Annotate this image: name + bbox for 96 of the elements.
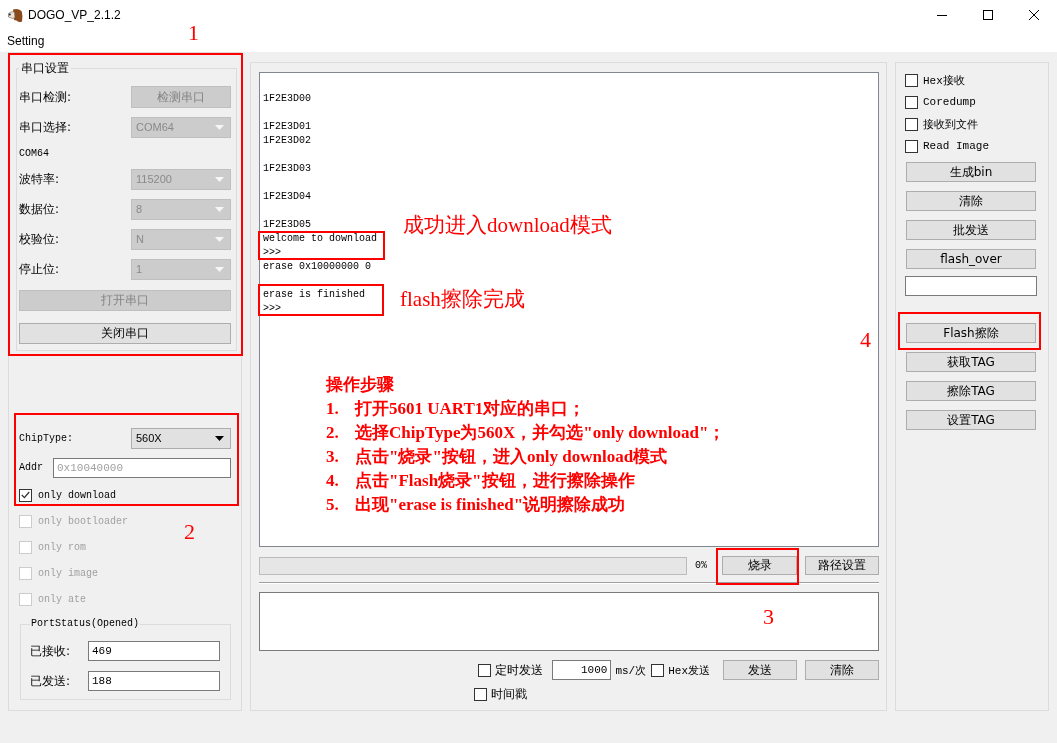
- checkbox-label: Hex发送: [668, 663, 710, 678]
- tool-button[interactable]: 擦除TAG: [906, 381, 1036, 401]
- checkbox-label: only image: [38, 567, 98, 579]
- address-input[interactable]: 0x10040000: [53, 457, 231, 478]
- minimize-icon[interactable]: [937, 14, 947, 16]
- action-button[interactable]: 发送: [723, 660, 797, 680]
- log-line: 1F2E3D03: [263, 162, 311, 176]
- group-title: 串口设置: [20, 60, 70, 76]
- dog-head-icon: [8, 7, 23, 23]
- dropdown[interactable]: 560X: [131, 427, 231, 449]
- log-line: >>>: [263, 302, 281, 316]
- step-text: 出现"erase is finished"说明擦除成功: [355, 494, 626, 516]
- caret-icon: [215, 435, 224, 441]
- checkbox[interactable]: [905, 73, 918, 87]
- checkbox-label: only download: [38, 489, 116, 501]
- field-label: 已接收:: [30, 642, 71, 660]
- window-title: DOGO_VP_2.1.2: [28, 8, 121, 22]
- step-number: 2.: [326, 422, 340, 444]
- log-line: 1F2E3D00: [263, 92, 311, 106]
- log-line: welcome to download: [263, 232, 378, 246]
- field-label: 校验位:: [19, 230, 60, 248]
- step-text: 选择ChipType为560X，并勾选"only download"；: [355, 422, 726, 444]
- step-number: 5.: [326, 494, 340, 516]
- checkbox-label: only rom: [38, 541, 86, 553]
- callout-number: 1: [188, 21, 199, 45]
- checkbox[interactable]: [19, 488, 32, 502]
- log-line: erase is finished: [263, 288, 366, 302]
- log-line: 1F2E3D04: [263, 190, 311, 204]
- unit-label: ms/次: [615, 663, 647, 678]
- log-line: >>>: [263, 246, 281, 260]
- checkbox[interactable]: [905, 95, 918, 109]
- count-field[interactable]: 469: [88, 641, 220, 661]
- send-input[interactable]: [259, 592, 879, 651]
- check-icon: [21, 491, 30, 499]
- group-title: PortStatus(Opened): [30, 617, 141, 631]
- checkbox-label: 定时发送: [495, 661, 544, 679]
- checkbox[interactable]: [478, 663, 492, 677]
- caret-icon: [215, 236, 224, 242]
- caret-icon: [215, 124, 224, 130]
- tool-button[interactable]: flash_over: [906, 249, 1036, 269]
- tool-button[interactable]: Flash擦除: [906, 323, 1036, 343]
- checkbox-label: Read Image: [923, 140, 989, 152]
- tool-button[interactable]: 生成bin: [906, 162, 1036, 182]
- port-name-text: COM64: [19, 147, 49, 159]
- menu-item[interactable]: Setting: [7, 34, 45, 48]
- log-line: erase 0x10000000 0: [263, 260, 372, 274]
- caret-icon: [215, 266, 224, 272]
- tool-button[interactable]: 清除: [906, 191, 1036, 211]
- text-input[interactable]: [905, 276, 1037, 296]
- port-button[interactable]: 关闭串口: [19, 323, 231, 344]
- checkbox[interactable]: [905, 117, 918, 131]
- step-text: 打开5601 UART1对应的串口；: [355, 398, 586, 420]
- field-label: 波特率:: [19, 170, 60, 188]
- action-button[interactable]: 清除: [805, 660, 879, 680]
- checkbox-label: only ate: [38, 593, 86, 605]
- field-label: 串口选择:: [19, 118, 72, 136]
- annotation-note: flash擦除完成: [400, 286, 525, 312]
- caret-icon: [215, 206, 224, 212]
- field-label: 已发送:: [30, 672, 71, 690]
- tool-button[interactable]: 批发送: [906, 220, 1036, 240]
- caret-icon: [215, 176, 224, 182]
- action-button[interactable]: 路径设置: [805, 556, 879, 575]
- checkbox-label: 接收到文件: [923, 117, 978, 132]
- count-field[interactable]: 188: [88, 671, 220, 691]
- log-line: 1F2E3D05: [263, 218, 311, 232]
- checkbox[interactable]: [905, 139, 918, 153]
- callout-number: 3: [763, 605, 774, 629]
- checkbox-label: Coredump: [923, 96, 976, 108]
- checkbox-label: Hex接收: [923, 73, 965, 88]
- maximize-icon[interactable]: [983, 10, 993, 20]
- field-label: ChipType:: [19, 432, 73, 444]
- action-button[interactable]: 烧录: [722, 556, 797, 575]
- checkbox-label: only bootloader: [38, 515, 128, 527]
- field-label: 数据位:: [19, 200, 60, 218]
- step-text: 点击"烧录"按钮，进入only download模式: [355, 446, 668, 468]
- field-label: 串口检测:: [19, 88, 72, 106]
- callout-number: 2: [184, 520, 195, 544]
- step-number: 1.: [326, 398, 340, 420]
- annotation-note: 成功进入download模式: [403, 212, 612, 238]
- tool-button[interactable]: 获取TAG: [906, 352, 1036, 372]
- field-label: 停止位:: [19, 260, 60, 278]
- step-number: 3.: [326, 446, 340, 468]
- log-line: 1F2E3D01: [263, 120, 311, 134]
- step-text: 点击"Flash烧录"按钮，进行擦除操作: [355, 470, 635, 492]
- step-number: 4.: [326, 470, 340, 492]
- callout-number: 4: [860, 328, 871, 352]
- checkbox[interactable]: [651, 663, 665, 677]
- checkbox[interactable]: [474, 688, 487, 701]
- field-label: Addr: [19, 462, 43, 473]
- instruction-title: 操作步骤: [326, 374, 394, 396]
- checkbox-label: 时间戳: [491, 686, 527, 703]
- log-line: 1F2E3D02: [263, 134, 311, 148]
- close-icon[interactable]: [1029, 10, 1039, 20]
- tool-button[interactable]: 设置TAG: [906, 410, 1036, 430]
- interval-input[interactable]: 1000: [552, 660, 612, 680]
- progress-reading: 0%: [695, 560, 707, 571]
